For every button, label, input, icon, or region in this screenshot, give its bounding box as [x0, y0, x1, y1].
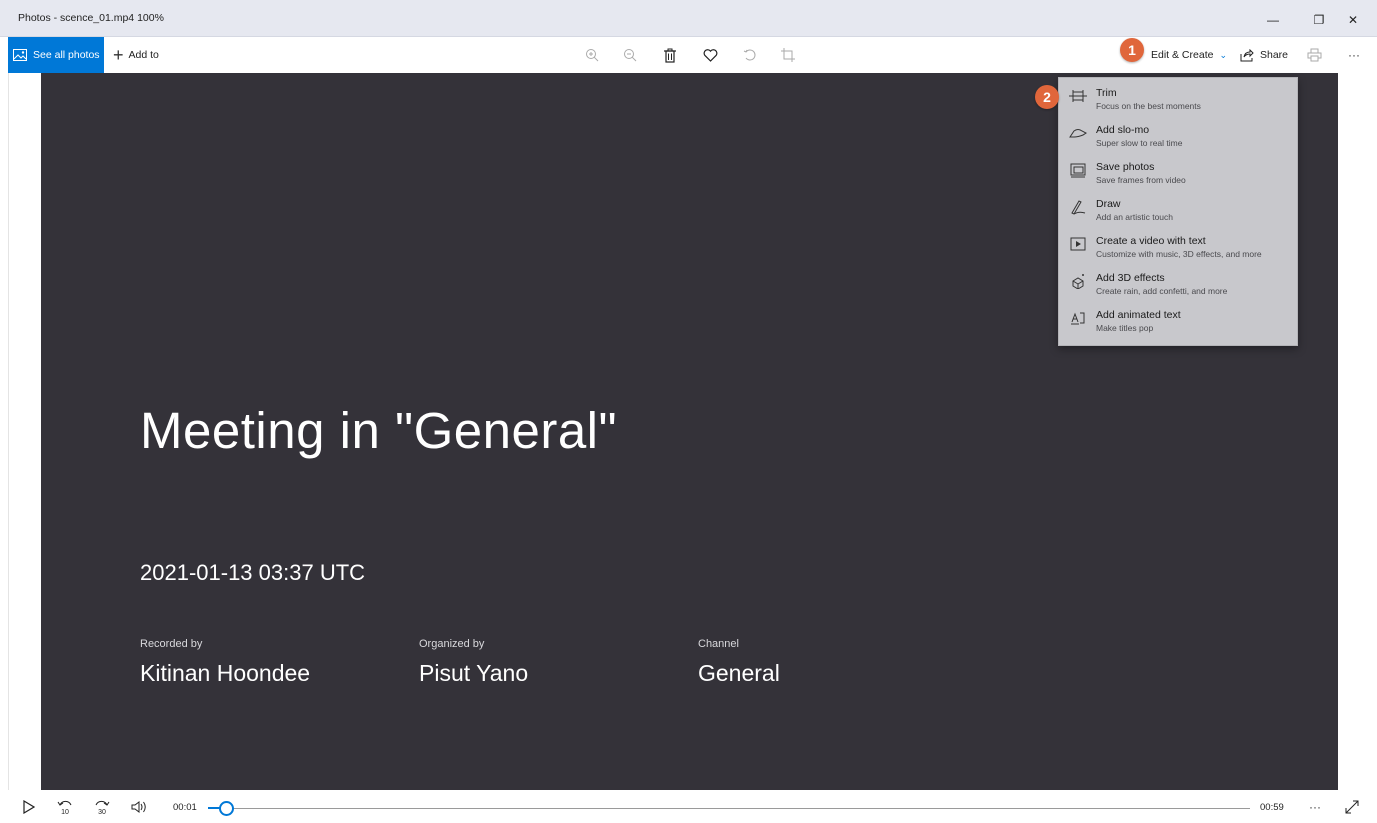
meeting-date: 2021-01-13 03:37 UTC	[140, 560, 366, 585]
menu-item-desc: Add an artistic touch	[1096, 212, 1174, 222]
video-text-icon	[1069, 235, 1087, 253]
share-button[interactable]: Share	[1240, 37, 1288, 73]
menu-item-video-text[interactable]: Create a video with text Customize with …	[1059, 226, 1297, 263]
see-all-photos-button[interactable]: See all photos	[8, 37, 104, 73]
play-icon[interactable]	[20, 798, 38, 816]
plus-icon: +	[113, 45, 124, 65]
seek-thumb[interactable]	[219, 801, 234, 816]
menu-item-desc: Customize with music, 3D effects, and mo…	[1096, 249, 1262, 259]
menu-item-label: Draw	[1096, 198, 1121, 210]
menu-item-animated-text[interactable]: Add animated text Make titles pop	[1059, 300, 1297, 337]
share-icon	[1240, 48, 1254, 61]
share-label: Share	[1260, 49, 1289, 61]
close-icon: ✕	[1347, 13, 1359, 27]
fullscreen-icon[interactable]	[1343, 798, 1361, 816]
delete-icon[interactable]	[660, 45, 680, 65]
trim-icon	[1069, 87, 1087, 105]
menu-item-desc: Make titles pop	[1096, 323, 1154, 333]
menu-item-label: Add slo-mo	[1096, 124, 1150, 136]
menu-item-save-photos[interactable]: Save photos Save frames from video	[1059, 152, 1297, 189]
player-more-icon[interactable]: ···	[1306, 798, 1324, 816]
slo-mo-icon	[1069, 124, 1087, 142]
menu-item-slo-mo[interactable]: Add slo-mo Super slow to real time	[1059, 115, 1297, 152]
edit-create-label: Edit & Create	[1151, 49, 1214, 61]
more-icon[interactable]: ···	[1344, 45, 1364, 65]
animated-text-icon	[1069, 309, 1087, 327]
menu-item-label: Trim	[1096, 87, 1117, 99]
zoom-in-icon[interactable]	[582, 45, 602, 65]
photos-icon	[13, 49, 27, 61]
print-icon[interactable]	[1304, 45, 1324, 65]
skip-back-label: 10	[61, 809, 69, 815]
restore-icon: ❐	[1313, 13, 1325, 27]
meeting-title: Meeting in "General"	[140, 402, 618, 459]
volume-icon[interactable]	[131, 798, 149, 816]
menu-item-label: Save photos	[1096, 161, 1155, 173]
menu-item-label: Create a video with text	[1096, 235, 1206, 247]
menu-item-label: Add animated text	[1096, 309, 1181, 321]
title-bar: Photos - scence_01.mp4 100% — ❐ ✕	[0, 0, 1377, 37]
window-title: Photos - scence_01.mp4 100%	[18, 12, 164, 24]
3d-effects-icon	[1069, 272, 1087, 290]
step-2-badge: 2	[1035, 85, 1059, 109]
close-button[interactable]: ✕	[1330, 6, 1376, 34]
add-to-label: Add to	[128, 49, 159, 61]
skip-forward-label: 30	[98, 809, 106, 815]
channel-label: Channel	[698, 638, 739, 650]
chevron-down-icon: ⌄	[1219, 49, 1227, 60]
menu-item-desc: Focus on the best moments	[1096, 101, 1201, 111]
rotate-icon[interactable]	[740, 45, 760, 65]
edit-create-menu: Trim Focus on the best moments Add slo-m…	[1058, 77, 1298, 346]
duration: 00:59	[1260, 802, 1284, 813]
left-edge-divider	[0, 73, 9, 790]
menu-item-desc: Save frames from video	[1096, 175, 1186, 185]
menu-item-desc: Super slow to real time	[1096, 138, 1183, 148]
menu-item-trim[interactable]: Trim Focus on the best moments	[1059, 78, 1297, 115]
see-all-photos-label: See all photos	[33, 49, 100, 61]
organized-by-label: Organized by	[419, 638, 485, 650]
seek-track[interactable]	[208, 808, 1250, 809]
minimize-icon: —	[1267, 13, 1279, 27]
channel-value: General	[698, 660, 780, 686]
toolbar: See all photos + Add to Edit & Create ⌄ …	[0, 37, 1377, 73]
recorded-by-label: Recorded by	[140, 638, 203, 650]
minimize-button[interactable]: —	[1250, 6, 1296, 34]
menu-item-desc: Create rain, add confetti, and more	[1096, 286, 1228, 296]
crop-icon[interactable]	[778, 45, 798, 65]
save-photos-icon	[1069, 161, 1087, 179]
skip-forward-icon[interactable]: 30	[93, 798, 111, 816]
player-bar: 10 30 00:01 00:59 ···	[0, 790, 1377, 823]
menu-item-3d-effects[interactable]: Add 3D effects Create rain, add confetti…	[1059, 263, 1297, 300]
heart-icon[interactable]	[700, 45, 720, 65]
current-time: 00:01	[173, 802, 197, 813]
edit-create-button[interactable]: Edit & Create ⌄	[1151, 37, 1227, 73]
menu-item-draw[interactable]: Draw Add an artistic touch	[1059, 189, 1297, 226]
organized-by-value: Pisut Yano	[419, 660, 529, 686]
skip-back-icon[interactable]: 10	[56, 798, 74, 816]
add-to-button[interactable]: + Add to	[113, 37, 159, 73]
draw-icon	[1069, 198, 1087, 216]
zoom-out-icon[interactable]	[620, 45, 640, 65]
menu-item-label: Add 3D effects	[1096, 272, 1165, 284]
step-1-badge: 1	[1120, 38, 1144, 62]
recorded-by-value: Kitinan Hoondee	[140, 660, 311, 686]
